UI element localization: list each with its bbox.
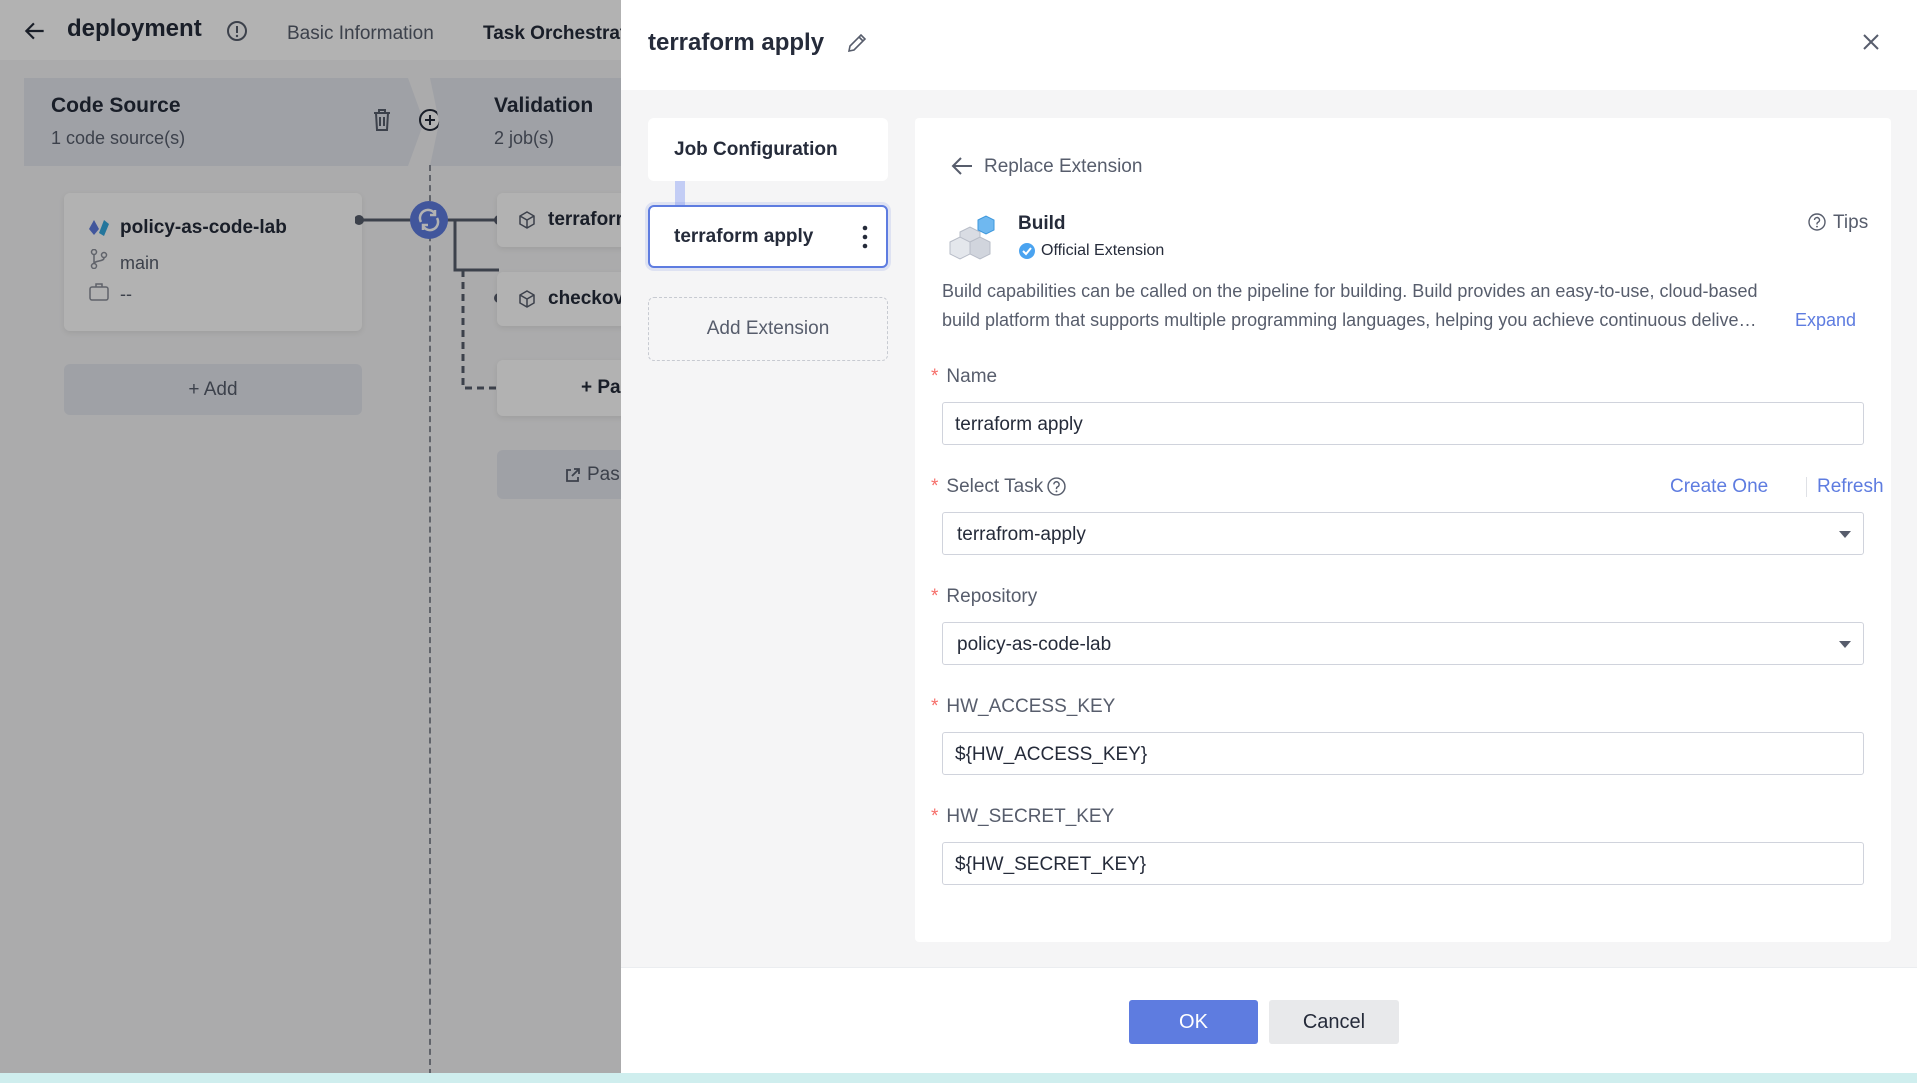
tips-link[interactable]: Tips xyxy=(1833,212,1868,234)
extension-form-panel: Replace Extension Build Official Extensi… xyxy=(915,118,1891,942)
edit-pencil-icon[interactable] xyxy=(846,32,868,54)
step-connector xyxy=(675,181,685,205)
repository-label: * Repository xyxy=(931,586,1038,607)
add-extension-button[interactable]: Add Extension xyxy=(648,297,888,361)
verified-badge-icon xyxy=(1019,243,1035,259)
bottom-strip xyxy=(0,1073,1917,1083)
access-key-label: * HW_ACCESS_KEY xyxy=(931,696,1116,717)
drawer-title: terraform apply xyxy=(648,29,825,56)
select-task-label: * Select Task xyxy=(931,476,1044,497)
more-vertical-icon[interactable] xyxy=(862,225,868,249)
ok-button[interactable]: OK xyxy=(1129,1000,1258,1044)
repository-dropdown[interactable]: policy-as-code-lab xyxy=(942,622,1864,665)
close-icon[interactable] xyxy=(1859,30,1883,54)
expand-link[interactable]: Expand xyxy=(1795,310,1856,331)
extension-description-line2: build platform that supports multiple pr… xyxy=(942,310,1757,330)
extension-name: Build xyxy=(1018,213,1066,234)
step-terraform-apply[interactable]: terraform apply xyxy=(648,205,888,268)
drawer-footer: OK Cancel xyxy=(621,967,1917,1073)
select-task-dropdown[interactable]: terrafrom-apply xyxy=(942,512,1864,555)
secret-key-input[interactable]: ${HW_SECRET_KEY} xyxy=(942,842,1864,885)
secret-key-label: * HW_SECRET_KEY xyxy=(931,806,1115,827)
replace-extension-link[interactable]: Replace Extension xyxy=(984,156,1142,178)
link-divider xyxy=(1806,477,1807,497)
access-key-input[interactable]: ${HW_ACCESS_KEY} xyxy=(942,732,1864,775)
help-icon[interactable] xyxy=(1808,213,1826,231)
help-icon[interactable] xyxy=(1047,477,1066,496)
chevron-down-icon xyxy=(1839,641,1851,648)
extension-description-line1: Build capabilities can be called on the … xyxy=(942,281,1758,301)
official-extension-badge: Official Extension xyxy=(1041,242,1165,259)
build-cubes-icon xyxy=(949,215,995,260)
step-label: Job Configuration xyxy=(674,139,838,160)
chevron-down-icon xyxy=(1839,531,1851,538)
name-label: * Name xyxy=(931,366,998,387)
step-label: terraform apply xyxy=(674,226,814,247)
drawer-header: terraform apply xyxy=(621,0,1917,90)
job-drawer: terraform apply Job Configuration terraf… xyxy=(621,0,1917,1073)
back-arrow-icon[interactable] xyxy=(951,156,973,176)
refresh-link[interactable]: Refresh xyxy=(1817,476,1884,498)
name-input[interactable]: terraform apply xyxy=(942,402,1864,445)
create-one-link[interactable]: Create One xyxy=(1670,476,1768,498)
step-job-configuration[interactable]: Job Configuration xyxy=(648,118,888,181)
cancel-button[interactable]: Cancel xyxy=(1269,1000,1399,1044)
